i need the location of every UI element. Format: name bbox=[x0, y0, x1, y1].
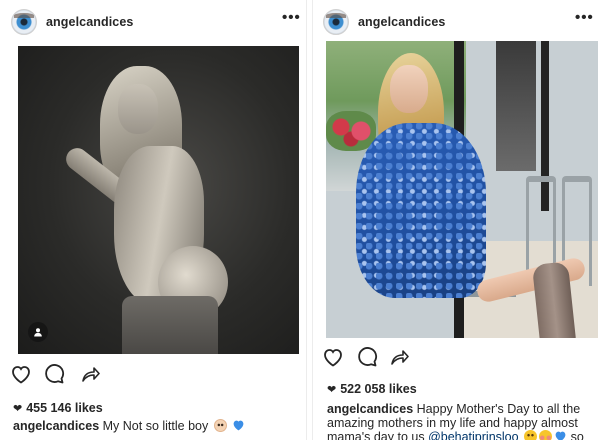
caption-text: My Not so little boy bbox=[102, 419, 209, 433]
likes-label: 455 146 likes bbox=[26, 401, 103, 415]
kiss-emoji-icon bbox=[524, 430, 538, 440]
likes-label: 522 058 likes bbox=[340, 382, 417, 396]
post-username[interactable]: angelcandices bbox=[46, 15, 133, 29]
post-photo[interactable] bbox=[326, 41, 598, 338]
share-arrow-icon[interactable] bbox=[78, 362, 102, 386]
post-photo[interactable] bbox=[18, 46, 299, 354]
profile-avatar[interactable] bbox=[11, 9, 37, 35]
blue-heart-emoji-icon bbox=[554, 430, 567, 440]
instagram-post-right: angelcandices ••• ❤ 522 058 likes angelc… bbox=[313, 0, 598, 440]
share-arrow-icon[interactable] bbox=[387, 345, 411, 369]
caption-mention-link[interactable]: @behatiprinsloo bbox=[428, 430, 519, 440]
post-actions bbox=[313, 343, 598, 373]
caption-username[interactable]: angelcandices bbox=[327, 402, 413, 416]
user-tag-icon[interactable] bbox=[28, 322, 48, 342]
heart-outline-icon[interactable] bbox=[9, 362, 33, 386]
profile-avatar[interactable] bbox=[323, 9, 349, 35]
post-header: angelcandices ••• bbox=[313, 0, 598, 46]
heart-outline-icon[interactable] bbox=[321, 345, 345, 369]
post-actions bbox=[0, 360, 306, 390]
blue-heart-emoji-icon bbox=[232, 419, 245, 432]
baby-emoji-icon bbox=[213, 419, 227, 432]
caption-username[interactable]: angelcandices bbox=[13, 419, 99, 433]
post-caption: angelcandices Happy Mother's Day to all … bbox=[327, 402, 597, 440]
instagram-post-left: angelcandices ••• ❤ 455 146 likes angelc… bbox=[0, 0, 306, 440]
post-username[interactable]: angelcandices bbox=[358, 15, 445, 29]
comment-bubble-icon[interactable] bbox=[355, 345, 379, 369]
more-options-icon[interactable]: ••• bbox=[282, 9, 301, 26]
post-header: angelcandices ••• bbox=[0, 0, 306, 46]
likes-count[interactable]: ❤ 522 058 likes bbox=[327, 382, 417, 396]
more-options-icon[interactable]: ••• bbox=[575, 9, 594, 26]
blush-emoji-icon bbox=[539, 430, 553, 440]
likes-count[interactable]: ❤ 455 146 likes bbox=[13, 401, 103, 415]
comment-bubble-icon[interactable] bbox=[42, 362, 66, 386]
heart-filled-icon: ❤ bbox=[13, 402, 23, 415]
heart-filled-icon: ❤ bbox=[327, 383, 337, 396]
post-caption: angelcandices My Not so little boy bbox=[13, 419, 306, 433]
panel-divider bbox=[306, 0, 313, 440]
